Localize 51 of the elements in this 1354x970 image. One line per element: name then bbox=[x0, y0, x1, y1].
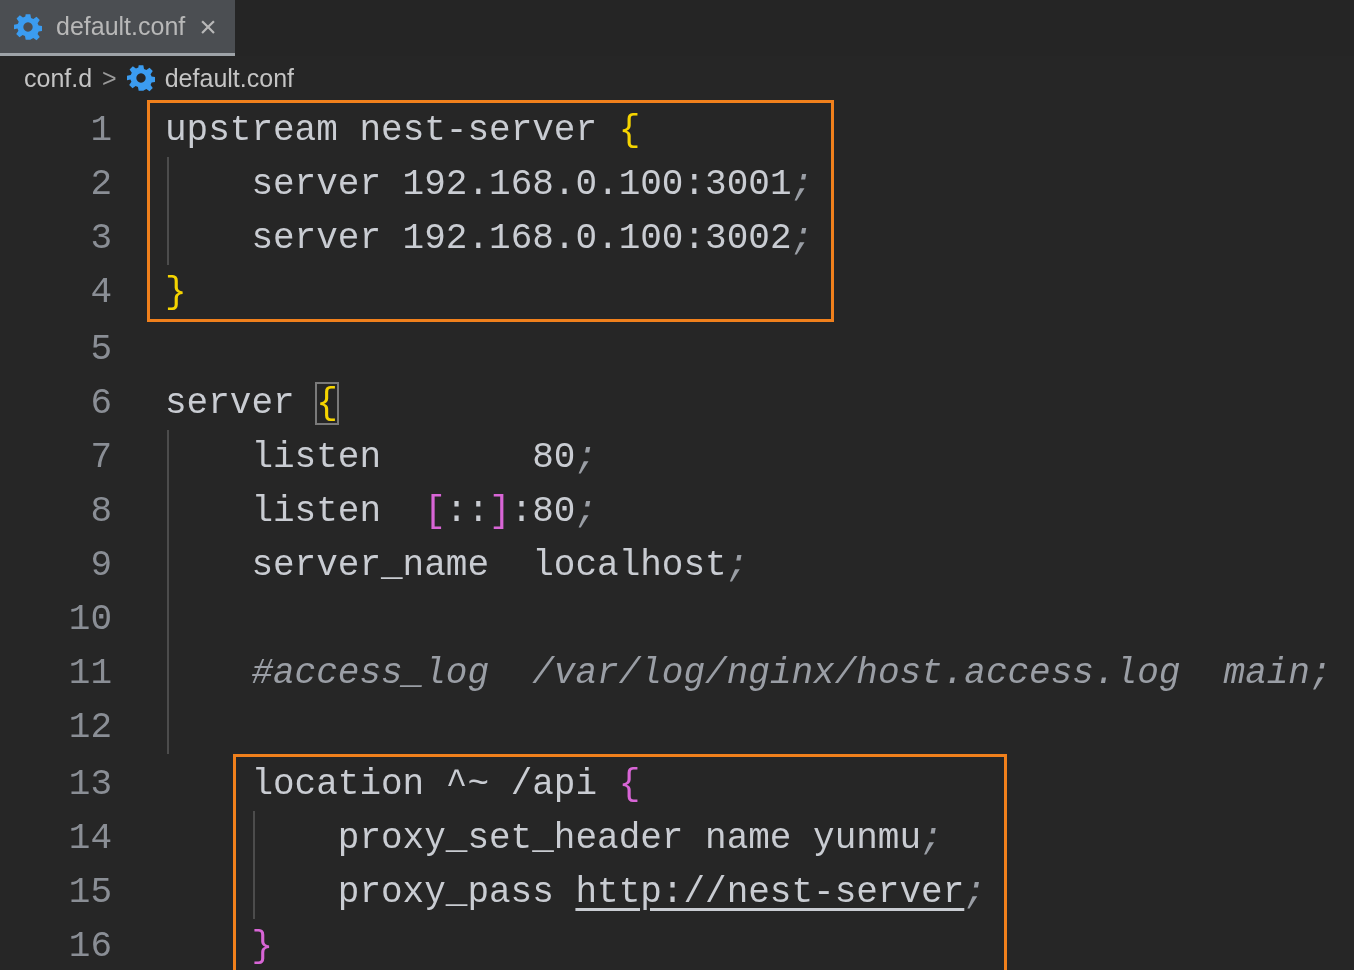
close-icon[interactable]: × bbox=[199, 9, 217, 44]
code-text: server_name localhost bbox=[251, 544, 727, 586]
semicolon: ; bbox=[726, 544, 749, 586]
line-number: 8 bbox=[89, 490, 112, 532]
code-text: server bbox=[165, 382, 296, 424]
code-text: server 192.168.0.100:3001 bbox=[251, 163, 792, 205]
semicolon: ; bbox=[791, 217, 814, 259]
line-number: 2 bbox=[89, 163, 112, 205]
line-number: 15 bbox=[67, 871, 112, 913]
code-text: :: bbox=[445, 490, 490, 532]
line-number: 1 bbox=[89, 109, 112, 151]
semicolon: ; bbox=[791, 163, 814, 205]
bracket: [ bbox=[424, 490, 446, 532]
bracket: ] bbox=[489, 490, 511, 532]
code-text: listen bbox=[251, 490, 382, 532]
code-comment: #access_log /var/log/nginx/host.access.log main; bbox=[251, 652, 1332, 694]
chevron-icon: > bbox=[102, 63, 117, 93]
breadcrumb[interactable]: conf.d bbox=[24, 63, 93, 93]
code-text: location ^~ /api bbox=[251, 763, 599, 805]
semicolon: ; bbox=[964, 871, 986, 913]
brace: } bbox=[165, 271, 187, 313]
code-text: proxy_pass bbox=[337, 871, 555, 913]
semicolon: ; bbox=[921, 817, 943, 859]
semicolon: ; bbox=[575, 490, 598, 532]
line-number: 9 bbox=[89, 544, 112, 586]
code-text: :80 bbox=[510, 490, 576, 532]
code-text: server 192.168.0.100:3002 bbox=[251, 217, 792, 259]
gear-icon bbox=[14, 12, 42, 41]
line-number: 10 bbox=[67, 598, 112, 640]
semicolon: ; bbox=[575, 436, 598, 478]
code-text: listen 80 bbox=[251, 436, 576, 478]
line-number: 6 bbox=[89, 382, 112, 424]
brace: { bbox=[618, 109, 641, 151]
file-tab[interactable]: default.conf × bbox=[0, 0, 235, 56]
brace: { bbox=[618, 763, 641, 805]
line-number: 12 bbox=[67, 706, 112, 748]
line-number: 14 bbox=[67, 817, 112, 859]
url-link[interactable]: http://nest-server bbox=[575, 871, 965, 913]
line-number: 13 bbox=[67, 763, 112, 805]
line-number: 3 bbox=[89, 217, 112, 259]
brace: } bbox=[251, 925, 273, 967]
line-number: 16 bbox=[67, 925, 112, 967]
code-text: proxy_set_header name yunmu bbox=[337, 817, 922, 859]
line-number: 5 bbox=[89, 328, 112, 370]
brace: { bbox=[316, 382, 338, 424]
line-number: 4 bbox=[89, 271, 112, 313]
breadcrumb[interactable]: default.conf bbox=[164, 63, 294, 93]
gear-icon bbox=[126, 64, 155, 92]
line-number: 7 bbox=[89, 436, 112, 478]
line-number: 11 bbox=[67, 652, 112, 694]
code-text: upstream nest-server bbox=[165, 109, 599, 151]
